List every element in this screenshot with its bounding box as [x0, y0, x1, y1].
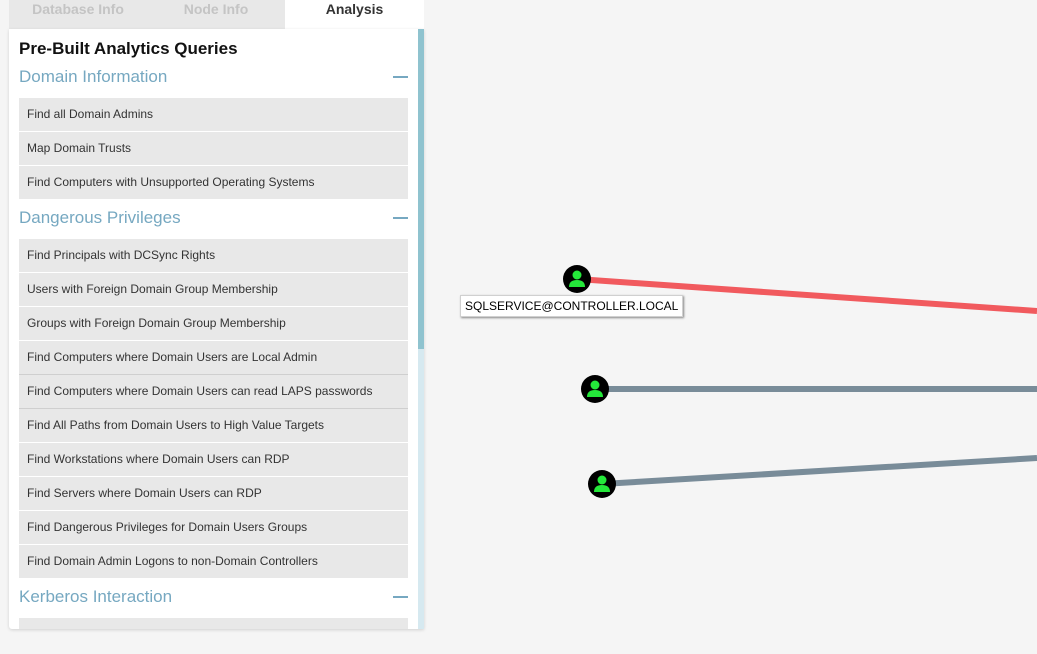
query-laps-passwords[interactable]: Find Computers where Domain Users can re… — [19, 375, 408, 409]
graph-node-user[interactable] — [588, 470, 616, 498]
collapse-minus-icon[interactable] — [393, 76, 408, 78]
query-workstations-rdp[interactable]: Find Workstations where Domain Users can… — [19, 443, 408, 477]
bloodhound-window: SQLSERVICE@CONTROLLER.LOCAL Database Inf… — [0, 0, 1037, 654]
tab-node-info[interactable]: Node Info — [147, 0, 285, 29]
query-domain-users-local-admin[interactable]: Find Computers where Domain Users are Lo… — [19, 341, 408, 375]
query-scroll-area[interactable]: Pre-Built Analytics Queries Domain Infor… — [9, 29, 418, 629]
query-paths-high-value[interactable]: Find All Paths from Domain Users to High… — [19, 409, 408, 443]
graph-node-user-sqlservice[interactable] — [563, 265, 591, 293]
scrollbar-thumb[interactable] — [418, 29, 424, 349]
query-domain-admin-logons[interactable]: Find Domain Admin Logons to non-Domain C… — [19, 545, 408, 579]
panel-tabs: Database Info Node Info Analysis — [9, 0, 424, 29]
section-header-kerberos-interaction[interactable]: Kerberos Interaction — [19, 586, 408, 612]
query-dcsync-rights[interactable]: Find Principals with DCSync Rights — [19, 239, 408, 273]
tab-database-info[interactable]: Database Info — [9, 0, 147, 29]
scrollbar-track[interactable] — [418, 29, 424, 629]
query-unsupported-os[interactable]: Find Computers with Unsupported Operatin… — [19, 166, 408, 200]
section-label: Kerberos Interaction — [19, 587, 173, 606]
collapse-minus-icon[interactable] — [393, 596, 408, 598]
query-dangerous-privileges-domain-users[interactable]: Find Dangerous Privileges for Domain Use… — [19, 511, 408, 545]
query-kerberos-partial[interactable] — [19, 618, 408, 629]
panel-title: Pre-Built Analytics Queries — [19, 39, 238, 58]
section-label: Domain Information — [19, 67, 168, 86]
graph-edge[interactable] — [601, 455, 1037, 487]
query-groups-foreign-group[interactable]: Groups with Foreign Domain Group Members… — [19, 307, 408, 341]
section-header-dangerous-privileges[interactable]: Dangerous Privileges — [19, 207, 408, 233]
query-servers-rdp[interactable]: Find Servers where Domain Users can RDP — [19, 477, 408, 511]
analysis-panel: Pre-Built Analytics Queries Domain Infor… — [9, 29, 424, 629]
collapse-minus-icon[interactable] — [393, 217, 408, 219]
query-map-domain-trusts[interactable]: Map Domain Trusts — [19, 132, 408, 166]
query-list-dangerous-privileges: Find Principals with DCSync Rights Users… — [19, 239, 408, 579]
query-list-domain-information: Find all Domain Admins Map Domain Trusts… — [19, 98, 408, 200]
section-label: Dangerous Privileges — [19, 208, 181, 227]
tab-analysis[interactable]: Analysis — [285, 0, 424, 29]
graph-node-label[interactable]: SQLSERVICE@CONTROLLER.LOCAL — [460, 295, 684, 317]
query-users-foreign-group[interactable]: Users with Foreign Domain Group Membersh… — [19, 273, 408, 307]
section-header-domain-information[interactable]: Domain Information — [19, 66, 408, 92]
query-list-kerberos-interaction — [19, 618, 408, 629]
graph-node-user[interactable] — [581, 375, 609, 403]
query-find-all-domain-admins[interactable]: Find all Domain Admins — [19, 98, 408, 132]
